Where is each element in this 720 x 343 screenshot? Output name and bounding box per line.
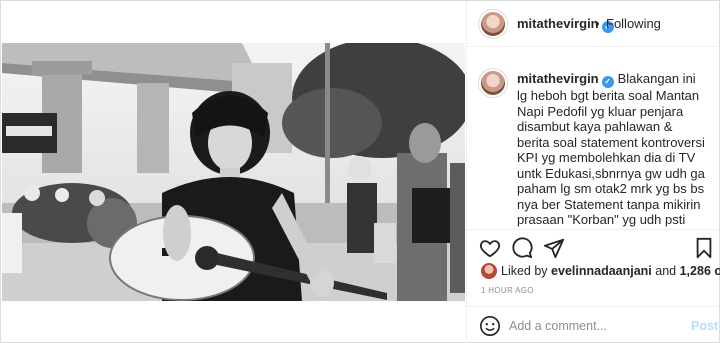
post-timestamp[interactable]: 1 HOUR AGO bbox=[481, 286, 534, 295]
follow-separator: • bbox=[595, 16, 600, 31]
liker-avatar[interactable] bbox=[481, 263, 497, 279]
caption-username[interactable]: mitathevirgin ✓ bbox=[517, 71, 614, 88]
liker-username[interactable]: evelinnadaanjani bbox=[551, 264, 652, 278]
likes-others-link[interactable]: 1,286 others bbox=[680, 264, 720, 278]
post-photo[interactable] bbox=[2, 43, 465, 301]
paper-plane-icon[interactable] bbox=[543, 237, 565, 259]
caption-text-block: mitathevirgin ✓ Blakangan ini lg heboh bgt… bbox=[517, 71, 707, 229]
header-username-text[interactable]: mitathevirgin bbox=[517, 16, 599, 31]
following-button[interactable]: Following bbox=[606, 16, 661, 31]
bookmark-icon[interactable] bbox=[693, 237, 715, 259]
post-sidebar: mitathevirgin ✓ • Following mitathevirgin… bbox=[466, 1, 720, 343]
instagram-post: mitathevirgin ✓ • Following mitathevirgin… bbox=[0, 0, 720, 343]
header-avatar[interactable] bbox=[479, 10, 507, 38]
smiley-emoji-icon[interactable] bbox=[479, 315, 501, 337]
post-photo-image bbox=[2, 43, 465, 301]
post-caption: mitathevirgin ✓ Blakangan ini lg heboh bgt… bbox=[467, 61, 720, 229]
comment-bar: Post bbox=[467, 306, 720, 343]
likes-summary: Liked by evelinnadaanjani and 1,286 othe… bbox=[481, 263, 720, 281]
heart-icon[interactable] bbox=[479, 237, 501, 259]
caption-username-text[interactable]: mitathevirgin bbox=[517, 71, 599, 86]
caption-avatar[interactable] bbox=[479, 69, 507, 97]
post-header: mitathevirgin ✓ • Following bbox=[467, 1, 720, 47]
action-bar bbox=[467, 229, 720, 263]
likes-joiner: and bbox=[655, 264, 677, 278]
verified-badge-icon: ✓ bbox=[601, 76, 614, 88]
caption-body: Blakangan ini lg heboh bgt berita soal M… bbox=[517, 71, 705, 229]
comment-input[interactable] bbox=[509, 315, 679, 337]
likes-prefix: Liked by bbox=[501, 264, 548, 278]
comment-bubble-icon[interactable] bbox=[511, 237, 533, 259]
post-comment-button[interactable]: Post bbox=[691, 319, 718, 333]
